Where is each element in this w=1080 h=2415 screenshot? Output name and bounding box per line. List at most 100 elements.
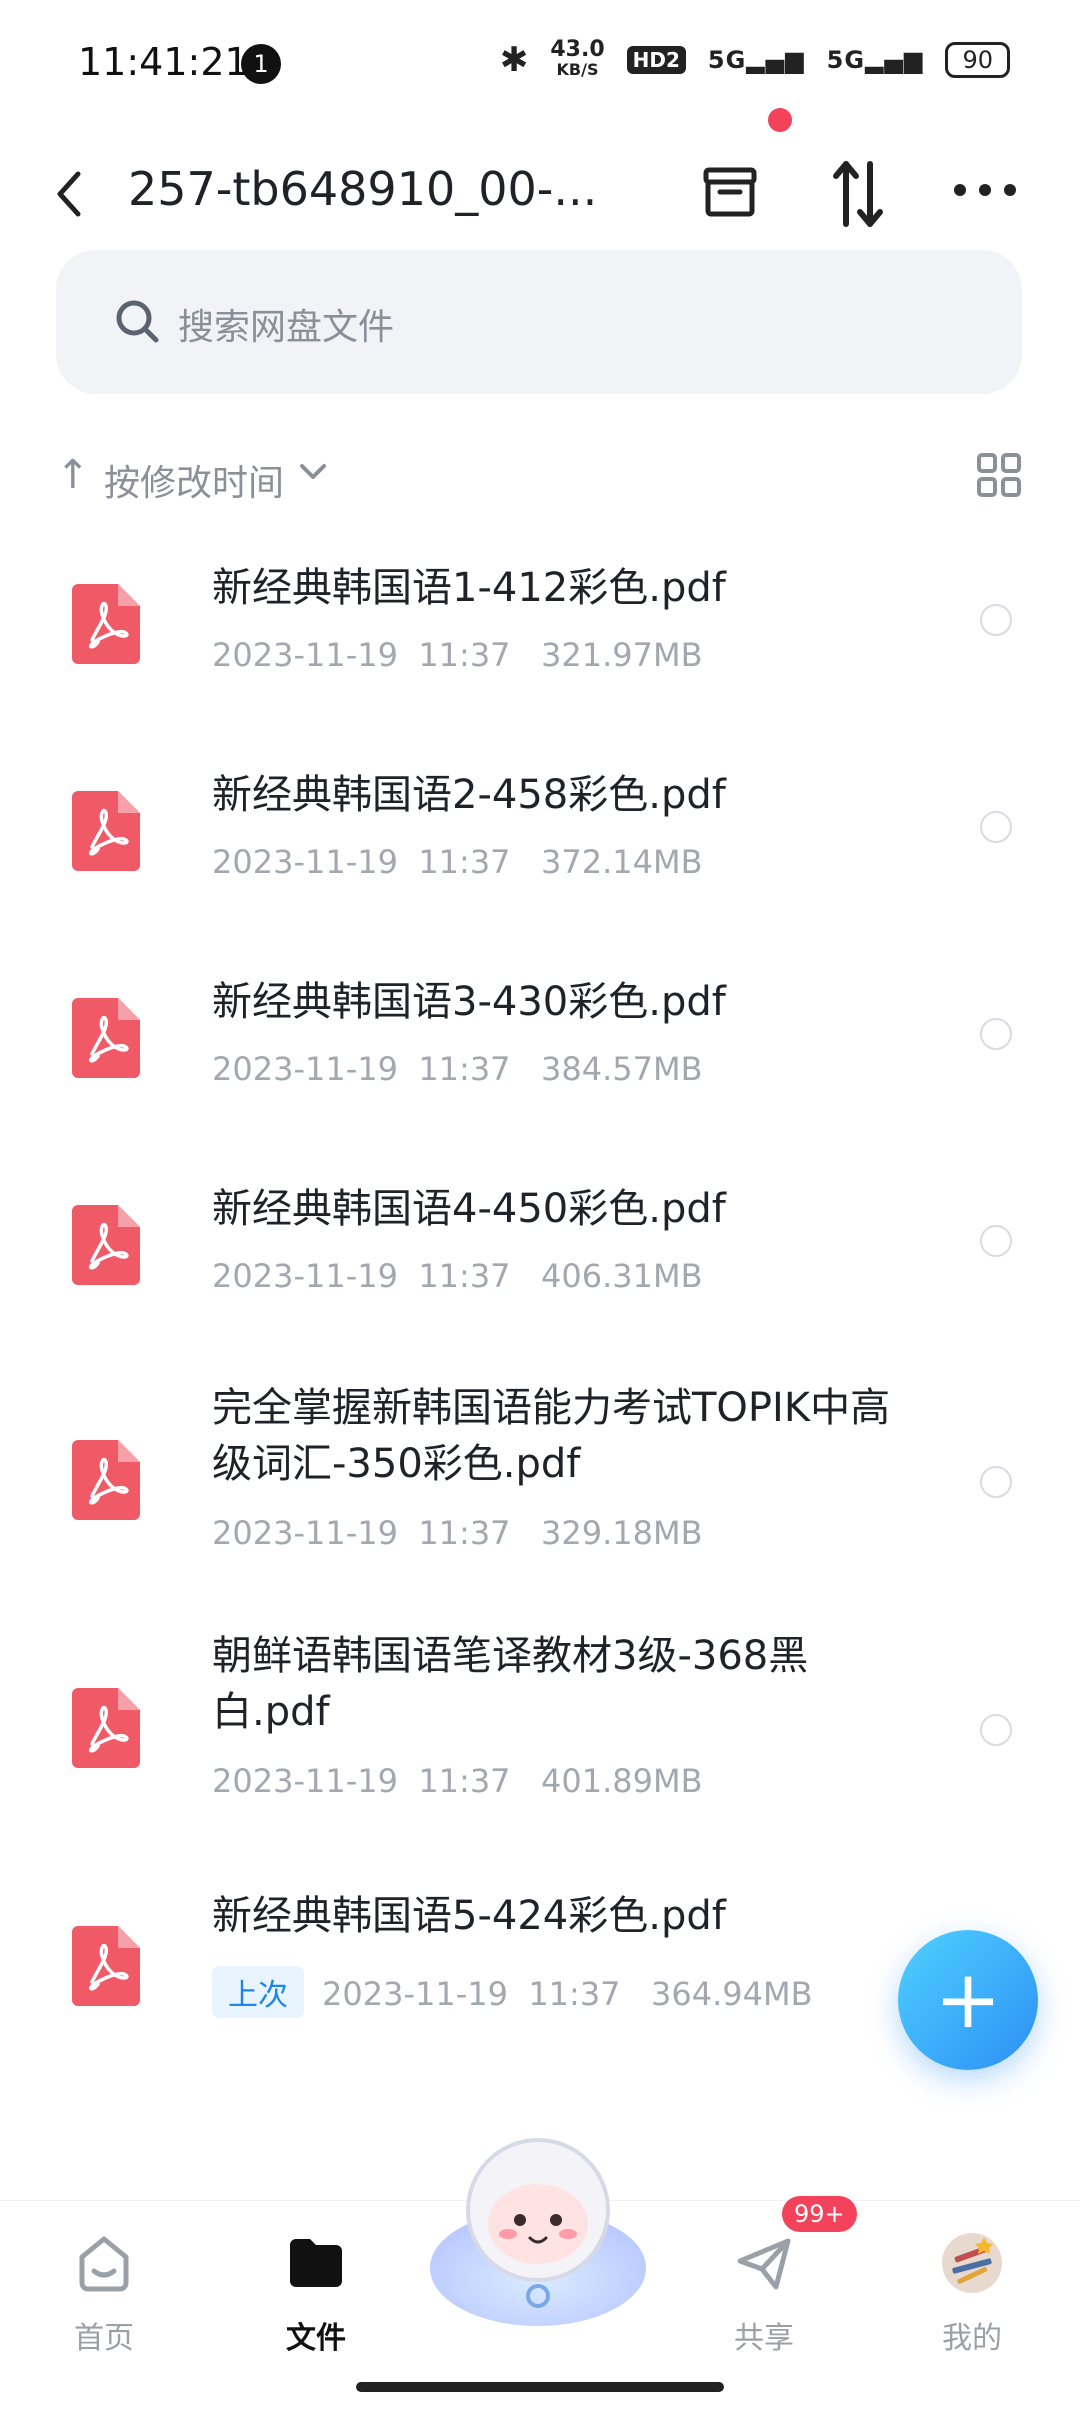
tab-home[interactable]: 首页 (24, 2221, 184, 2381)
home-icon (79, 2236, 129, 2292)
sort-row: ↑ 按修改时间 (56, 448, 1022, 508)
more-button[interactable] (950, 170, 1020, 210)
file-date: 2023-11-19 (322, 1975, 508, 2013)
file-size: 384.57MB (541, 1050, 703, 1088)
file-time: 11:37 (418, 636, 511, 674)
select-radio[interactable] (980, 1466, 1012, 1498)
file-size: 406.31MB (541, 1257, 703, 1295)
file-row[interactable]: 新经典韩国语3-430彩色.pdf 2023-11-19 11:37 384.5… (0, 954, 1080, 1134)
file-name[interactable]: 新经典韩国语4-450彩色.pdf (212, 1181, 912, 1237)
hd-icon: HD2 (626, 46, 686, 74)
page-title: 257-tb648910_00-... (128, 162, 598, 216)
file-size: 321.97MB (541, 636, 703, 674)
file-time: 11:37 (418, 1257, 511, 1295)
pdf-file-icon (72, 1205, 140, 1285)
file-meta: 2023-11-19 11:37 372.14MB (212, 843, 703, 881)
notification-dot (768, 108, 792, 132)
back-button[interactable] (50, 154, 90, 234)
search-bar[interactable]: 搜索网盘文件 (56, 250, 1022, 394)
chevron-down-icon[interactable] (296, 454, 330, 497)
file-time: 11:37 (528, 1975, 621, 2013)
sort-button[interactable] (828, 156, 888, 232)
file-date: 2023-11-19 (212, 1050, 398, 1088)
pdf-file-icon (72, 584, 140, 664)
file-size: 329.18MB (541, 1514, 703, 1552)
sort-label[interactable]: 按修改时间 (104, 454, 284, 506)
signal-label-2: 5G (826, 46, 866, 74)
transfer-list-button[interactable] (700, 162, 760, 222)
tab-profile[interactable]: 我的 (892, 2221, 1052, 2381)
select-radio[interactable] (980, 1714, 1012, 1746)
grid-icon (977, 453, 1021, 497)
file-date: 2023-11-19 (212, 636, 398, 674)
file-date: 2023-11-19 (212, 843, 398, 881)
file-row[interactable]: 新经典韩国语1-412彩色.pdf 2023-11-19 11:37 321.9… (0, 540, 1080, 720)
battery-icon: 90 (945, 42, 1010, 78)
tab-label: 文件 (286, 2321, 346, 2356)
folder-icon (290, 2239, 342, 2287)
bluetooth-icon: ✱ (499, 40, 529, 80)
file-name[interactable]: 朝鲜语韩国语笔译教材3级-368黑白.pdf (212, 1628, 862, 1740)
status-bar: 11:41:21 1 ✱ 43.0 KB/S HD2 5G▂▄▆ 5G▂▄▆ 9… (0, 0, 1080, 130)
file-meta: 2023-11-19 11:37 329.18MB (212, 1514, 703, 1552)
file-name[interactable]: 新经典韩国语3-430彩色.pdf (212, 974, 912, 1030)
notification-count-badge: 1 (241, 44, 281, 84)
select-radio[interactable] (980, 1225, 1012, 1257)
pdf-file-icon (72, 1440, 140, 1520)
file-size: 401.89MB (541, 1762, 703, 1800)
sort-direction-icon[interactable]: ↑ (56, 452, 90, 498)
status-time: 11:41:21 (78, 40, 249, 84)
share-notification-badge: 99+ (782, 2196, 857, 2232)
status-indicators: ✱ 43.0 KB/S HD2 5G▂▄▆ 5G▂▄▆ 90 (499, 37, 1010, 80)
file-row[interactable]: 新经典韩国语4-450彩色.pdf 2023-11-19 11:37 406.3… (0, 1161, 1080, 1341)
pdf-file-icon (72, 1688, 140, 1768)
file-size: 364.94MB (651, 1975, 813, 2013)
top-bar: 257-tb648910_00-... (0, 108, 1080, 260)
net-speed-unit: KB/S (556, 60, 599, 79)
grid-view-button[interactable] (976, 452, 1022, 498)
tab-share[interactable]: 共享 (684, 2221, 844, 2381)
net-speed-value: 43.0 (550, 37, 605, 62)
paper-plane-icon (737, 2238, 791, 2290)
search-input[interactable]: 搜索网盘文件 (178, 298, 394, 350)
file-date: 2023-11-19 (212, 1514, 398, 1552)
select-radio[interactable] (980, 1018, 1012, 1050)
signal-icon-2: 5G▂▄▆ (826, 46, 924, 74)
add-button[interactable]: + (898, 1930, 1038, 2070)
sort-arrows-icon (833, 161, 883, 227)
file-row[interactable]: 完全掌握新韩国语能力考试TOPIK中高级词汇-350彩色.pdf 2023-11… (0, 1380, 1080, 1600)
file-time: 11:37 (418, 1762, 511, 1800)
archive-box-icon (703, 167, 757, 217)
file-time: 11:37 (418, 1514, 511, 1552)
file-row[interactable]: 朝鲜语韩国语笔译教材3级-368黑白.pdf 2023-11-19 11:37 … (0, 1628, 1080, 1848)
file-meta: 2023-11-19 11:37 401.89MB (212, 1762, 703, 1800)
file-name[interactable]: 完全掌握新韩国语能力考试TOPIK中高级词汇-350彩色.pdf (212, 1380, 912, 1492)
plus-icon: + (934, 1953, 1002, 2046)
avatar (942, 2233, 1002, 2293)
more-dots-icon (954, 184, 1016, 196)
signal-icon-1: 5G▂▄▆ (707, 46, 805, 74)
file-name[interactable]: 新经典韩国语5-424彩色.pdf (212, 1888, 912, 1944)
pdf-file-icon (72, 791, 140, 871)
home-indicator (356, 2382, 724, 2392)
file-meta: 上次 2023-11-19 11:37 364.94MB (212, 1966, 813, 2018)
tab-label: 共享 (734, 2321, 794, 2356)
net-speed: 43.0 KB/S (550, 37, 605, 80)
file-time: 11:37 (418, 843, 511, 881)
mascot-assistant-icon[interactable] (428, 2128, 648, 2328)
file-name[interactable]: 新经典韩国语2-458彩色.pdf (212, 767, 912, 823)
pdf-file-icon (72, 998, 140, 1078)
tab-label: 首页 (74, 2321, 134, 2356)
signal-label-1: 5G (707, 46, 747, 74)
file-name[interactable]: 新经典韩国语1-412彩色.pdf (212, 560, 912, 616)
file-meta: 2023-11-19 11:37 384.57MB (212, 1050, 703, 1088)
last-opened-badge: 上次 (212, 1966, 304, 2018)
select-radio[interactable] (980, 811, 1012, 843)
file-row[interactable]: 新经典韩国语2-458彩色.pdf 2023-11-19 11:37 372.1… (0, 747, 1080, 927)
search-icon (116, 300, 159, 343)
file-time: 11:37 (418, 1050, 511, 1088)
tab-files[interactable]: 文件 (236, 2221, 396, 2381)
file-date: 2023-11-19 (212, 1257, 398, 1295)
select-radio[interactable] (980, 604, 1012, 636)
file-meta: 2023-11-19 11:37 321.97MB (212, 636, 703, 674)
